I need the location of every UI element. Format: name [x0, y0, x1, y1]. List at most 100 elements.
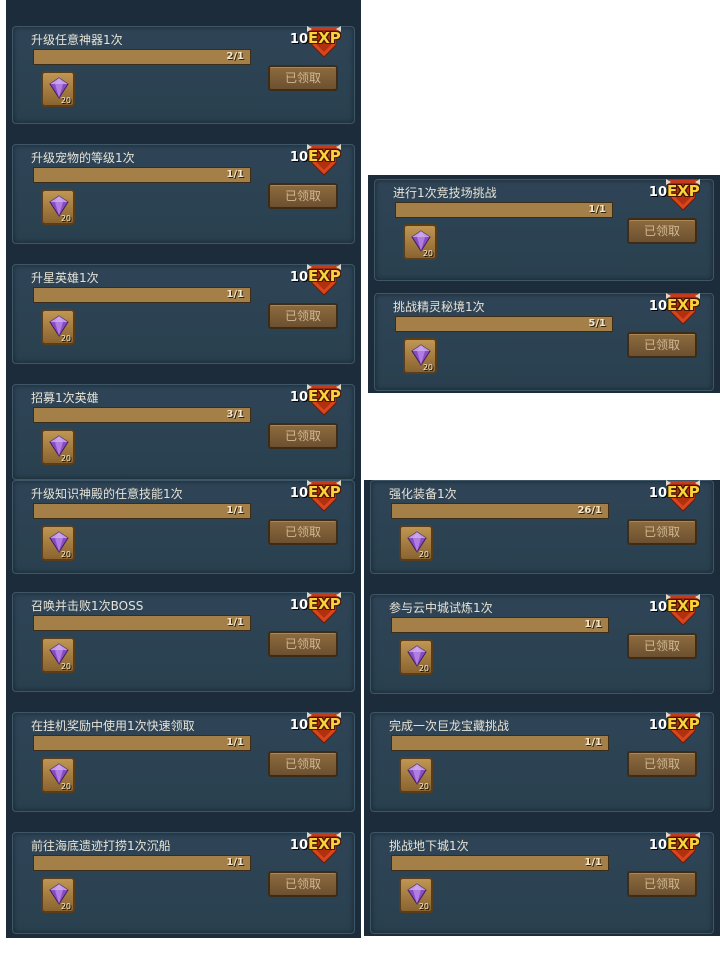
reward-count: 20: [418, 782, 429, 791]
progress-fill: [34, 50, 250, 64]
reward-item[interactable]: 20: [41, 189, 75, 225]
exp-label: EXP: [667, 483, 700, 501]
progress-bar: 1/1: [391, 735, 609, 751]
task-card: 进行1次竞技场挑战 10 EXP 1/1 20 已领取: [374, 179, 714, 281]
reward-count: 20: [60, 214, 71, 223]
exp-ribbon-icon: EXP: [306, 480, 342, 513]
progress-text: 2/1: [226, 51, 244, 62]
exp-label: EXP: [667, 835, 700, 853]
task-card: 召唤并击败1次BOSS 10 EXP 1/1 20 已领取: [12, 592, 355, 692]
reward-item[interactable]: 20: [41, 877, 75, 913]
exp-label: EXP: [667, 597, 700, 615]
progress-text: 1/1: [588, 204, 606, 215]
exp-ribbon-icon: EXP: [306, 589, 342, 625]
progress-text: 5/1: [588, 318, 606, 329]
exp-ribbon-icon: EXP: [665, 290, 701, 326]
exp-label: EXP: [667, 715, 700, 733]
task-card: 升级任意神器1次 10 EXP 2/1 20 已领取: [12, 26, 355, 124]
progress-bar: 1/1: [33, 855, 251, 871]
reward-count: 20: [418, 664, 429, 673]
progress-fill: [392, 504, 608, 518]
progress-fill: [396, 317, 612, 331]
task-title: 升级宠物的等级1次: [31, 151, 135, 165]
exp-ribbon-icon: EXP: [306, 829, 342, 865]
task-card: 强化装备1次 10 EXP 26/1 20 已领取: [370, 480, 714, 574]
reward-item[interactable]: 20: [399, 877, 433, 913]
progress-fill: [34, 856, 250, 870]
exp-label: EXP: [667, 182, 700, 200]
claimed-button[interactable]: 已领取: [268, 303, 338, 329]
exp-label: EXP: [308, 267, 341, 285]
reward-item[interactable]: 20: [399, 639, 433, 675]
task-title: 参与云中城试炼1次: [389, 601, 493, 615]
claimed-button[interactable]: 已领取: [268, 871, 338, 897]
progress-bar: 5/1: [395, 316, 613, 332]
reward-count: 20: [60, 782, 71, 791]
progress-bar: 1/1: [33, 503, 251, 519]
reward-count: 20: [422, 249, 433, 258]
claimed-button[interactable]: 已领取: [268, 423, 338, 449]
task-title: 招募1次英雄: [31, 391, 99, 405]
reward-count: 20: [60, 550, 71, 559]
task-title: 挑战地下城1次: [389, 839, 469, 853]
reward-item[interactable]: 20: [41, 71, 75, 107]
reward-item[interactable]: 20: [41, 637, 75, 673]
claimed-button[interactable]: 已领取: [268, 751, 338, 777]
exp-label: EXP: [308, 387, 341, 405]
reward-item[interactable]: 20: [41, 429, 75, 465]
exp-ribbon-icon: EXP: [665, 176, 701, 212]
claimed-button[interactable]: 已领取: [627, 633, 697, 659]
claimed-button[interactable]: 已领取: [627, 332, 697, 358]
exp-label: EXP: [308, 715, 341, 733]
exp-label: EXP: [667, 296, 700, 314]
task-panel: 进行1次竞技场挑战 10 EXP 1/1 20 已领取 挑战精灵秘境1次 10 EXP 5/1 20…: [368, 175, 720, 393]
progress-fill: [34, 504, 250, 518]
progress-bar: 2/1: [33, 49, 251, 65]
reward-count: 20: [60, 902, 71, 911]
claimed-button[interactable]: 已领取: [627, 751, 697, 777]
progress-bar: 1/1: [391, 855, 609, 871]
task-card: 升级宠物的等级1次 10 EXP 1/1 20 已领取: [12, 144, 355, 244]
exp-ribbon-icon: EXP: [665, 709, 701, 745]
reward-item[interactable]: 20: [403, 224, 437, 260]
task-card: 在挂机奖励中使用1次快速领取 10 EXP 1/1 20 已领取: [12, 712, 355, 812]
progress-fill: [392, 736, 608, 750]
task-panel: 强化装备1次 10 EXP 26/1 20 已领取 参与云中城试炼1次 10 EXP 1/1 20 已…: [364, 480, 720, 936]
claimed-button[interactable]: 已领取: [268, 183, 338, 209]
task-card: 挑战精灵秘境1次 10 EXP 5/1 20 已领取: [374, 293, 714, 391]
progress-bar: 1/1: [33, 167, 251, 183]
task-card: 升星英雄1次 10 EXP 1/1 20 已领取: [12, 264, 355, 364]
task-card: 挑战地下城1次 10 EXP 1/1 20 已领取: [370, 832, 714, 934]
progress-bar: 1/1: [33, 287, 251, 303]
reward-item[interactable]: 20: [399, 757, 433, 793]
progress-fill: [34, 168, 250, 182]
progress-fill: [34, 616, 250, 630]
claimed-button[interactable]: 已领取: [268, 519, 338, 545]
progress-text: 1/1: [226, 857, 244, 868]
progress-text: 1/1: [226, 289, 244, 300]
progress-bar: 3/1: [33, 407, 251, 423]
reward-item[interactable]: 20: [403, 338, 437, 374]
claimed-button[interactable]: 已领取: [627, 519, 697, 545]
progress-text: 3/1: [226, 409, 244, 420]
reward-item[interactable]: 20: [41, 757, 75, 793]
progress-fill: [34, 288, 250, 302]
reward-count: 20: [60, 662, 71, 671]
claimed-button[interactable]: 已领取: [627, 871, 697, 897]
task-title: 完成一次巨龙宝藏挑战: [389, 719, 510, 733]
task-title: 升级任意神器1次: [31, 33, 123, 47]
claimed-button[interactable]: 已领取: [268, 631, 338, 657]
reward-item[interactable]: 20: [399, 525, 433, 561]
exp-label: EXP: [308, 595, 341, 613]
exp-ribbon-icon: EXP: [665, 480, 701, 513]
exp-label: EXP: [308, 835, 341, 853]
claimed-button[interactable]: 已领取: [268, 65, 338, 91]
reward-item[interactable]: 20: [41, 309, 75, 345]
progress-text: 1/1: [226, 169, 244, 180]
reward-item[interactable]: 20: [41, 525, 75, 561]
progress-fill: [392, 618, 608, 632]
reward-count: 20: [60, 454, 71, 463]
task-title: 前往海底遗迹打捞1次沉船: [31, 839, 171, 853]
task-panel: 升级知识神殿的任意技能1次 10 EXP 1/1 20 已领取 召唤并击败1次BOSS 10 E…: [6, 480, 361, 938]
claimed-button[interactable]: 已领取: [627, 218, 697, 244]
